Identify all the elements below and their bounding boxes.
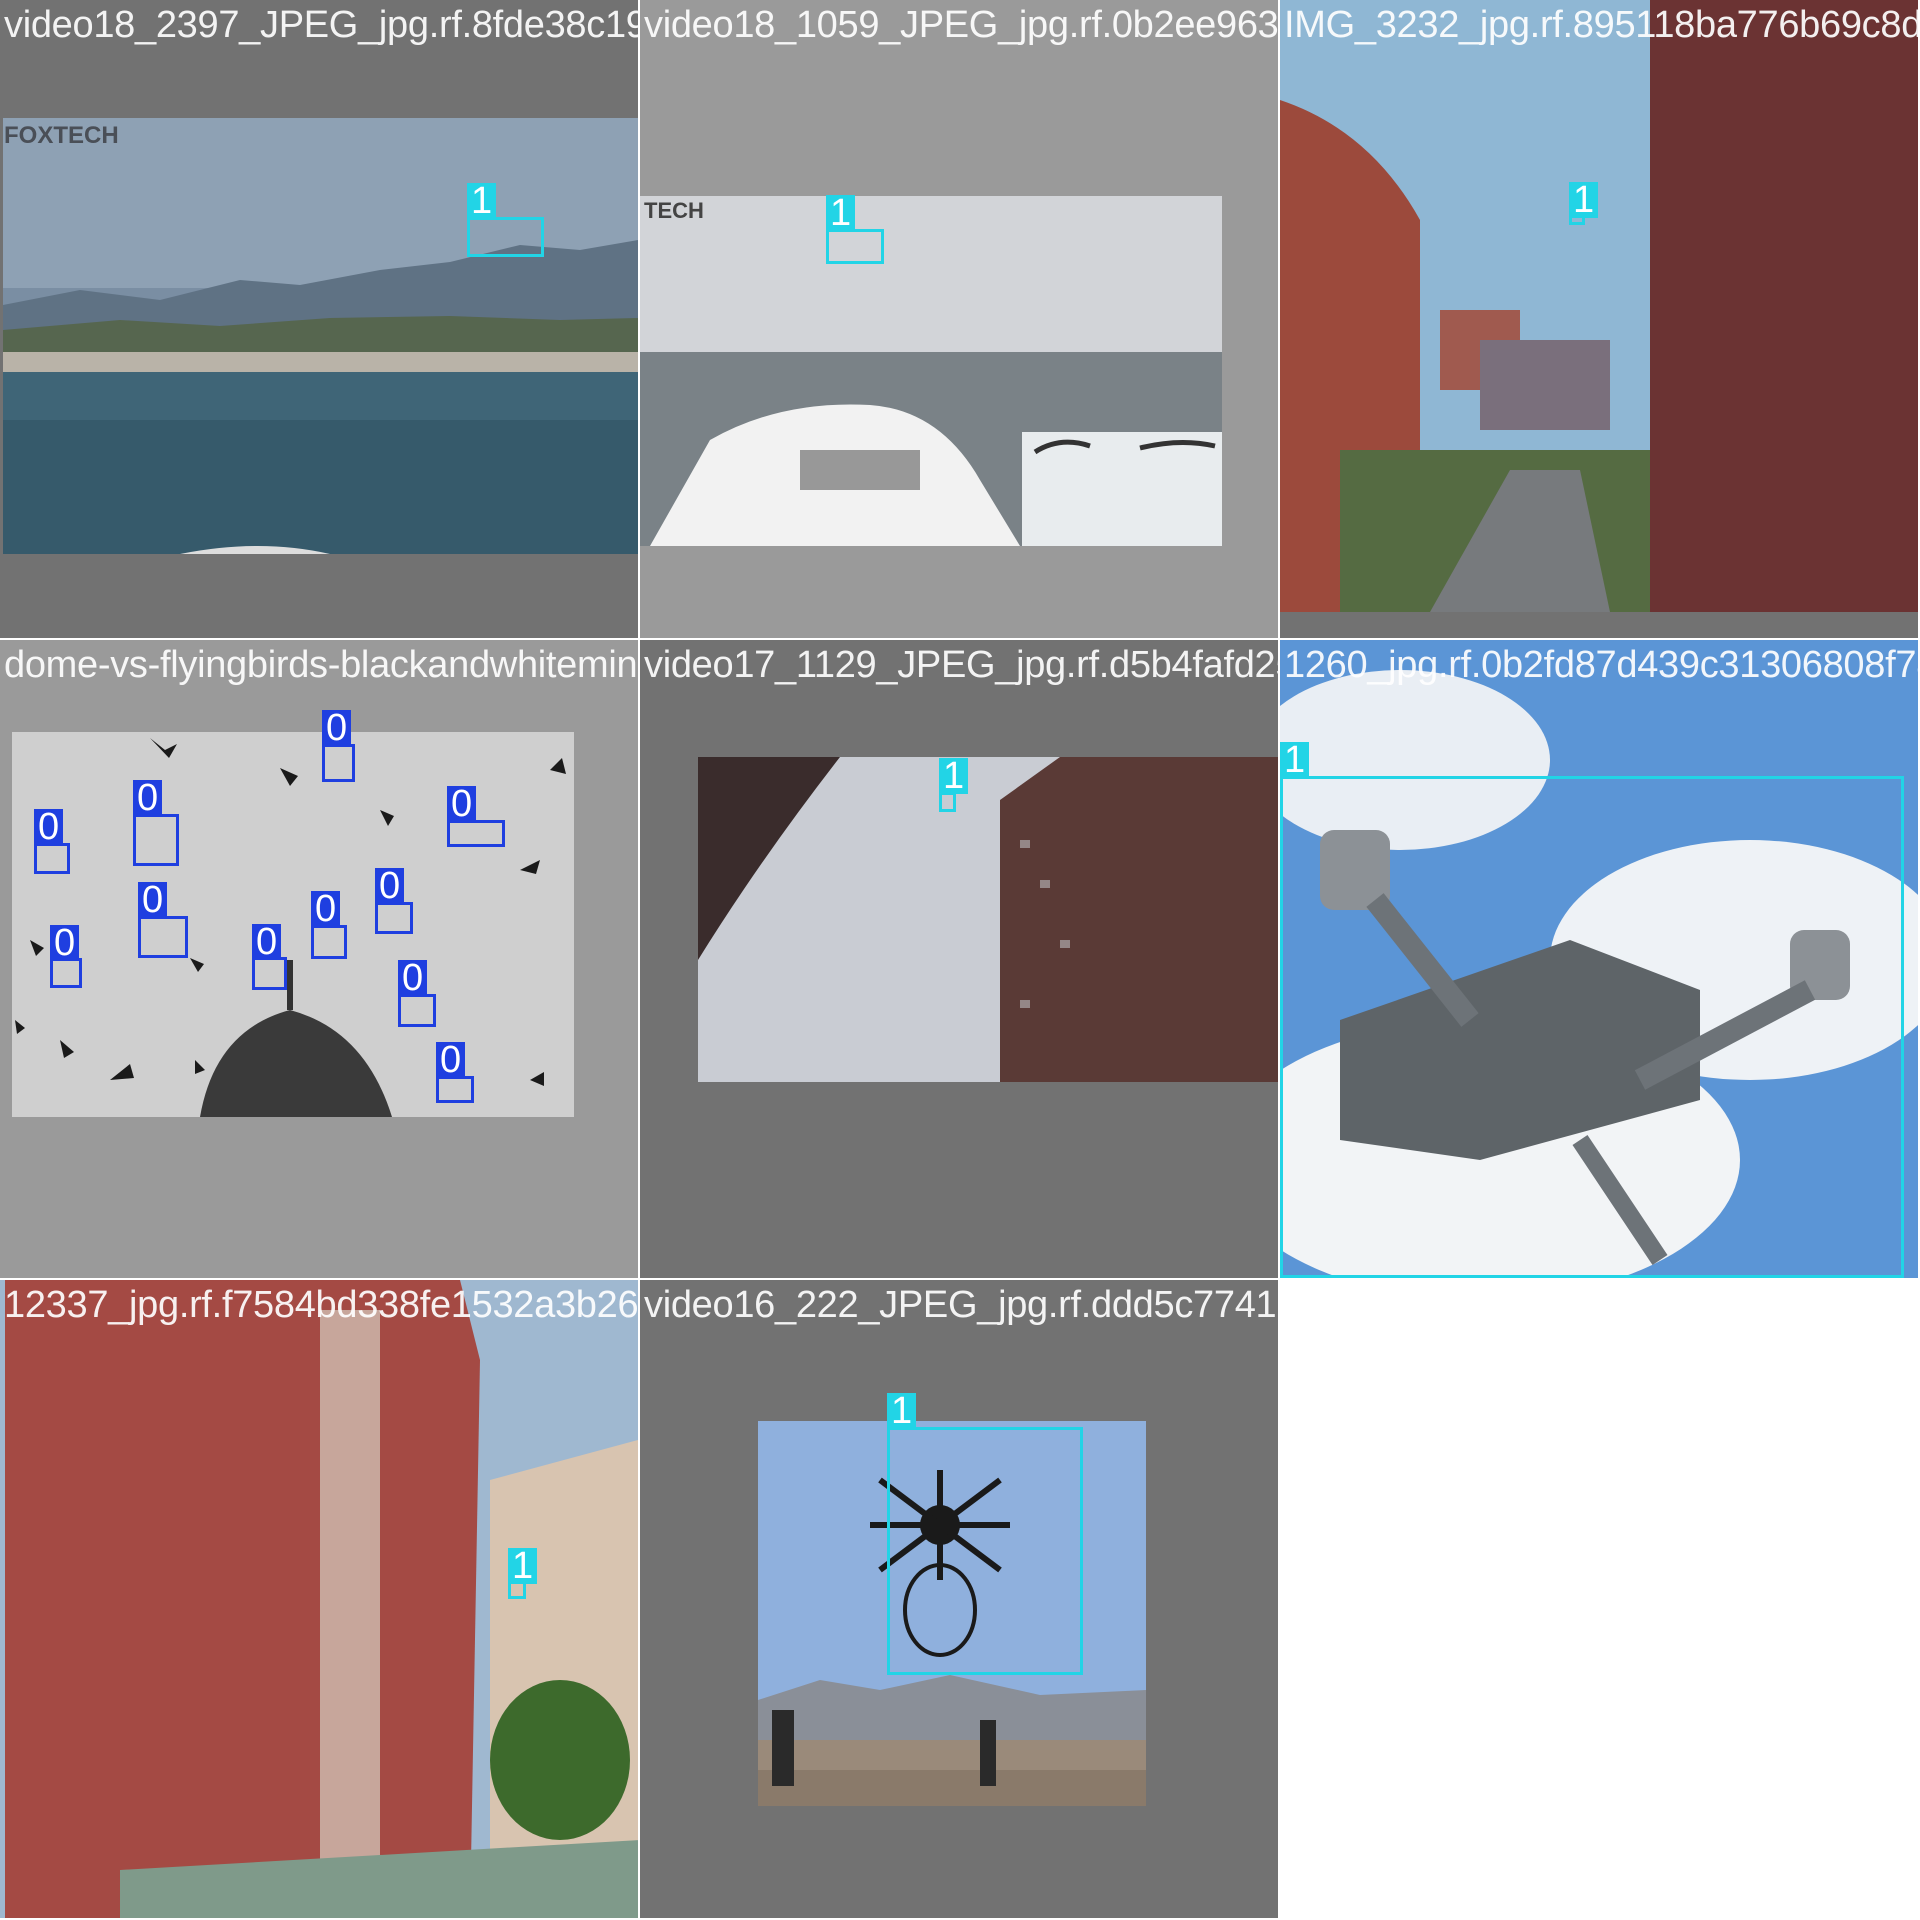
- bird-class-label: 0: [50, 924, 80, 962]
- bird-bounding-box: [322, 744, 355, 782]
- drone-class-label: 1: [826, 194, 856, 232]
- image-filename: 12337_jpg.rf.f7584bd338fe1532a3b26bfbe04: [4, 1284, 638, 1326]
- image-filename: video18_2397_JPEG_jpg.rf.8fde38c1901e913: [4, 4, 638, 46]
- dome-birds-photo: [12, 732, 574, 1117]
- bird-class-label: 0: [436, 1041, 466, 1079]
- image-filename: video16_222_JPEG_jpg.rf.ddd5c7741bc507a1: [644, 1284, 1278, 1326]
- mosaic-tile-3: IMG_3232_jpg.rf.895118ba776b69c8d1d16 1: [1280, 0, 1918, 638]
- tower-sky-photo: [698, 757, 1278, 1082]
- drone-class-label: 1: [939, 757, 969, 795]
- bird-class-label: 0: [133, 779, 163, 817]
- image-filename: IMG_3232_jpg.rf.895118ba776b69c8d1d16: [1284, 4, 1918, 46]
- image-filename: video18_1059_JPEG_jpg.rf.0b2ee96370252fb: [644, 4, 1278, 46]
- drone-class-label: 1: [1569, 181, 1599, 219]
- image-filename: dome-vs-flyingbirds-blackandwhiteminimal: [4, 644, 638, 686]
- mosaic-tile-6: 1260_jpg.rf.0b2fd87d439c31306808f78 1: [1280, 640, 1918, 1278]
- mosaic-tile-7: 12337_jpg.rf.f7584bd338fe1532a3b26bfbe04…: [0, 1280, 638, 1918]
- bird-bounding-box: [138, 916, 188, 958]
- mosaic-tile-2: TECH video18_1059_JPEG_jpg.rf.0b2ee96370…: [640, 0, 1278, 638]
- bird-class-label: 0: [138, 881, 168, 919]
- bird-bounding-box: [311, 925, 347, 959]
- foxtech-logo: FOXTECH: [4, 122, 119, 149]
- bird-class-label: 0: [311, 890, 341, 928]
- drone-class-label: 1: [1280, 741, 1310, 779]
- image-filename: video17_1129_JPEG_jpg.rf.d5b4fafd2580629: [644, 644, 1278, 686]
- bird-class-label: 0: [252, 923, 282, 961]
- tech-logo: TECH: [644, 198, 704, 223]
- mosaic-tile-1: FOXTECH video18_2397_JPEG_jpg.rf.8fde38c…: [0, 0, 638, 638]
- drone-bounding-box: [887, 1427, 1083, 1675]
- bird-class-label: 0: [447, 785, 477, 823]
- drone-class-label: 1: [467, 182, 497, 220]
- boat-bow-photo: [640, 196, 1222, 546]
- bird-class-label: 0: [322, 709, 352, 747]
- sea-coast-photo: [3, 118, 638, 554]
- mosaic-tile-4: dome-vs-flyingbirds-blackandwhiteminimal…: [0, 640, 638, 1278]
- mosaic-tile-8: video16_222_JPEG_jpg.rf.ddd5c7741bc507a1…: [640, 1280, 1278, 1918]
- bird-class-label: 0: [375, 867, 405, 905]
- image-filename: 1260_jpg.rf.0b2fd87d439c31306808f78: [1284, 644, 1918, 686]
- bird-bounding-box: [133, 814, 179, 866]
- drone-bounding-box: [467, 217, 544, 257]
- red-building-photo: [0, 1280, 638, 1918]
- empty-mosaic-cell: [1280, 1280, 1920, 1920]
- drone-class-label: 1: [887, 1392, 917, 1430]
- bird-class-label: 0: [34, 808, 64, 846]
- campus-buildings-photo: [1280, 0, 1918, 612]
- mosaic-tile-5: video17_1129_JPEG_jpg.rf.d5b4fafd2580629…: [640, 640, 1278, 1278]
- bird-class-label: 0: [398, 959, 428, 997]
- drone-bounding-box: [1280, 776, 1904, 1278]
- drone-class-label: 1: [508, 1547, 538, 1585]
- drone-bounding-box: [826, 229, 884, 264]
